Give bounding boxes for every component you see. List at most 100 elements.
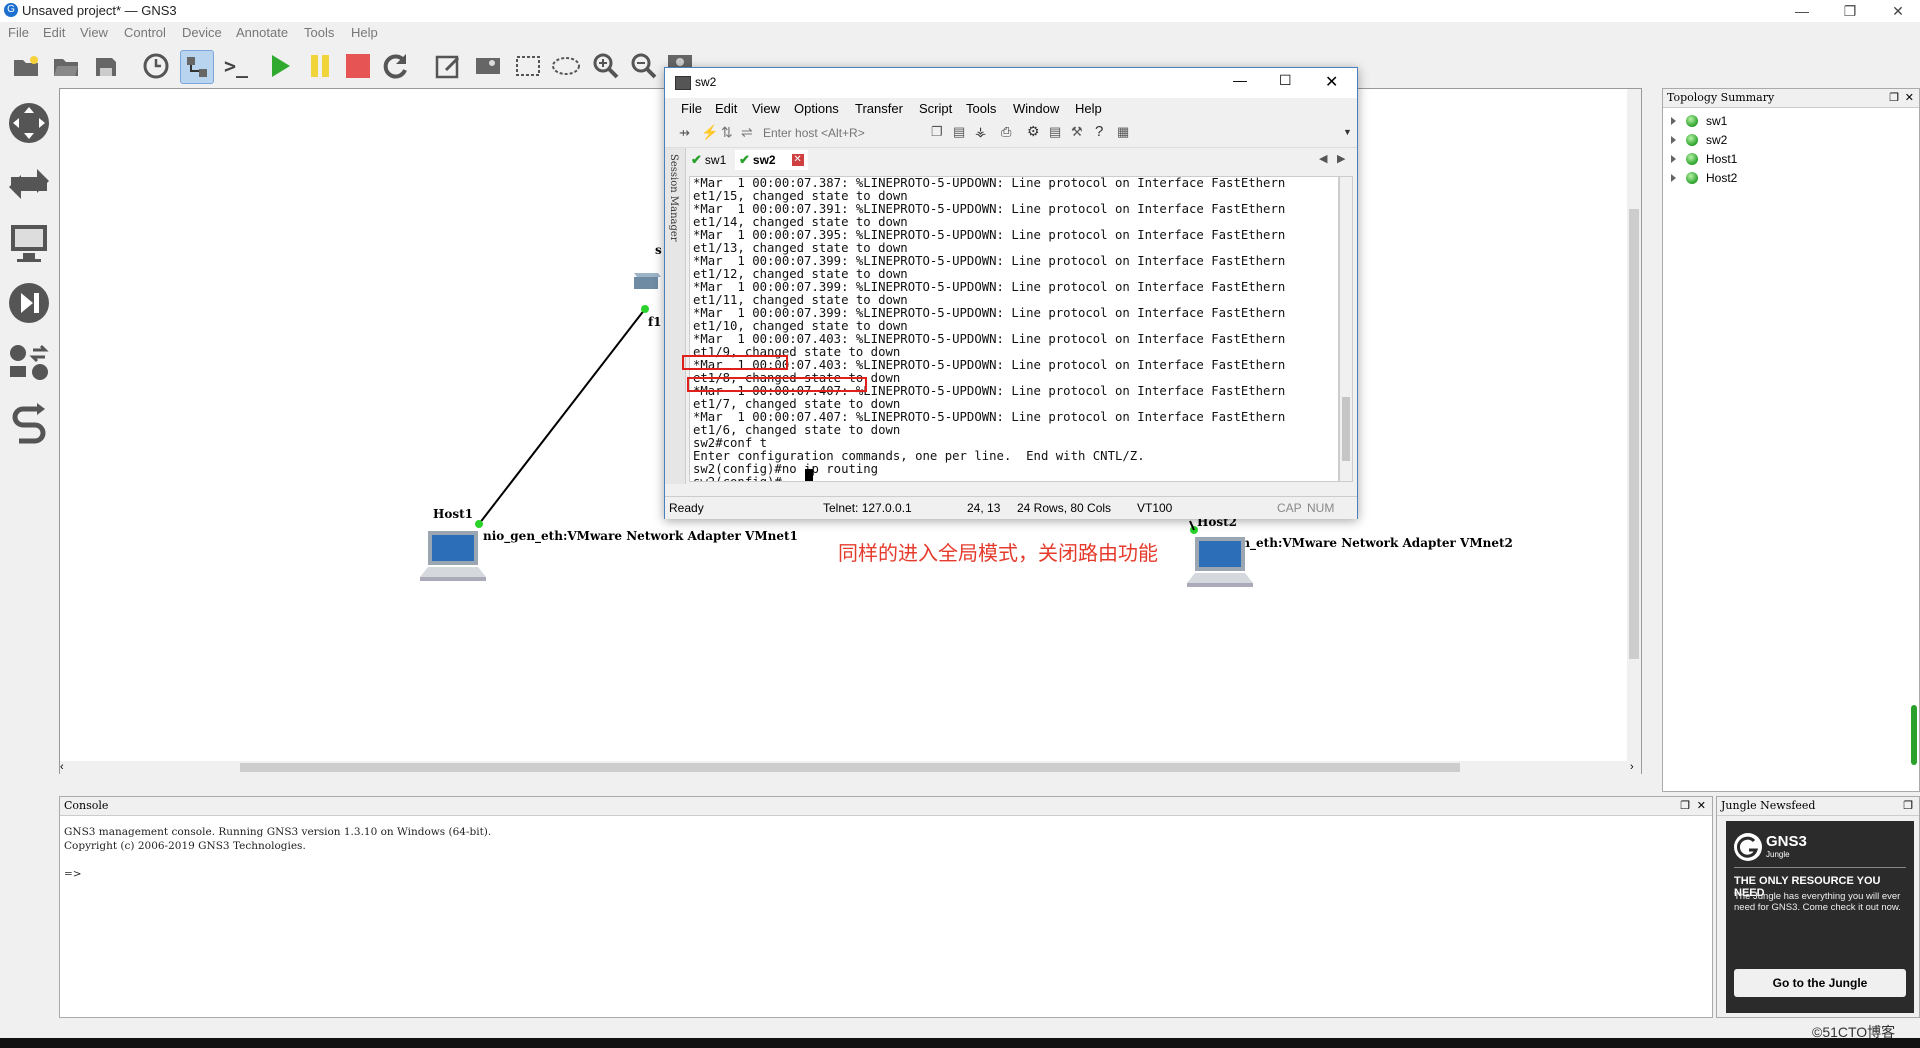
menu-edit[interactable]: Edit: [43, 25, 65, 40]
restore-icon[interactable]: ❐: [1828, 0, 1872, 22]
help-icon[interactable]: ?: [1095, 123, 1103, 140]
crt-menu-help[interactable]: Help: [1075, 101, 1102, 116]
jungle-header: Jungle Newsfeed ❐: [1717, 797, 1919, 816]
topology-item[interactable]: Host1: [1671, 149, 1737, 168]
terminal-scrollbar[interactable]: [1339, 176, 1353, 482]
scroll-right-icon[interactable]: ›: [1630, 761, 1642, 773]
menu-device[interactable]: Device: [182, 25, 222, 40]
console-output[interactable]: GNS3 management console. Running GNS3 ve…: [64, 825, 491, 881]
float-icon[interactable]: ❐: [1889, 89, 1899, 107]
crt-menu-script[interactable]: Script: [919, 101, 952, 116]
host2-computer-icon[interactable]: [1185, 535, 1255, 598]
draw-ellipse-icon[interactable]: [550, 50, 582, 82]
minimize-icon[interactable]: —: [1780, 0, 1824, 22]
switch-node-icon[interactable]: [632, 265, 662, 298]
crt-menu-file[interactable]: File: [681, 101, 702, 116]
security-devices-icon[interactable]: [6, 280, 52, 326]
show-interfaces-icon[interactable]: [180, 50, 214, 84]
options-icon[interactable]: ▦: [1117, 124, 1129, 140]
tab-sw2[interactable]: ✔ sw2 ✕: [735, 150, 808, 170]
crt-menu-edit[interactable]: Edit: [715, 101, 737, 116]
crt-menu-window[interactable]: Window: [1013, 101, 1059, 116]
menu-annotate[interactable]: Annotate: [236, 25, 288, 40]
menu-control[interactable]: Control: [124, 25, 166, 40]
find-icon[interactable]: ⚶: [975, 124, 986, 140]
add-note-icon[interactable]: [432, 50, 464, 82]
paste-icon[interactable]: ▤: [953, 124, 965, 140]
status-telnet: Telnet: 127.0.0.1: [823, 501, 912, 515]
close-icon[interactable]: ✕: [1905, 89, 1914, 107]
go-to-jungle-button[interactable]: Go to the Jungle: [1734, 969, 1906, 997]
all-devices-icon[interactable]: [6, 340, 52, 386]
switches-icon[interactable]: [6, 160, 52, 206]
menu-tools[interactable]: Tools: [304, 25, 334, 40]
scroll-thumb[interactable]: [1911, 705, 1917, 765]
start-all-icon[interactable]: [264, 50, 296, 82]
topology-item[interactable]: sw1: [1671, 111, 1727, 130]
settings-icon[interactable]: ⚙: [1027, 123, 1040, 140]
copy-icon[interactable]: ❐: [931, 124, 943, 140]
close-icon[interactable]: ✕: [1876, 0, 1920, 22]
scroll-thumb[interactable]: [1342, 397, 1350, 461]
highlight-box-conf-t: [682, 355, 788, 370]
keymap-icon[interactable]: ⚒: [1071, 124, 1083, 140]
routers-icon[interactable]: [6, 100, 52, 146]
toolbar-overflow-icon[interactable]: ▼: [1343, 127, 1352, 137]
close-tab-icon[interactable]: ✕: [791, 154, 804, 166]
session-manager-strip[interactable]: Session Manager: [665, 148, 686, 484]
stop-all-icon[interactable]: [342, 50, 374, 82]
connected-check-icon: ✔: [691, 152, 702, 167]
zoom-in-icon[interactable]: [590, 50, 622, 82]
open-project-icon[interactable]: [50, 50, 82, 82]
crt-menu-transfer[interactable]: Transfer: [855, 101, 903, 116]
minimize-icon[interactable]: —: [1233, 72, 1247, 88]
save-project-icon[interactable]: [90, 50, 122, 82]
sftp-icon[interactable]: ▤: [1049, 124, 1061, 140]
float-icon[interactable]: ❐: [1680, 797, 1690, 815]
crt-menu-tools[interactable]: Tools: [966, 101, 996, 116]
scroll-left-icon[interactable]: ‹: [60, 761, 72, 773]
expand-icon[interactable]: [1671, 135, 1676, 144]
console-all-icon[interactable]: >_: [220, 50, 252, 82]
end-devices-icon[interactable]: [6, 220, 52, 266]
reload-all-icon[interactable]: [380, 50, 412, 82]
console-header: Console ❐ ✕: [60, 797, 1712, 816]
print-icon[interactable]: ⎙: [1001, 124, 1011, 140]
tab-scroll-right-icon[interactable]: ▶: [1337, 152, 1345, 165]
insert-picture-icon[interactable]: [472, 50, 504, 82]
expand-icon[interactable]: [1671, 154, 1676, 163]
crt-statusbar: Ready Telnet: 127.0.0.1 24, 13 24 Rows, …: [665, 496, 1357, 519]
crt-menu-view[interactable]: View: [752, 101, 780, 116]
host1-computer-icon[interactable]: [418, 529, 488, 592]
crt-menu-options[interactable]: Options: [794, 101, 839, 116]
zoom-out-icon[interactable]: [628, 50, 660, 82]
tab-scroll-left-icon[interactable]: ◀: [1319, 152, 1327, 165]
tab-sw1[interactable]: ✔ sw1: [691, 150, 726, 170]
disconnect-icon[interactable]: ⇌: [741, 124, 753, 141]
menu-view[interactable]: View: [80, 25, 108, 40]
topology-summary-header: Topology Summary ❐ ✕: [1663, 89, 1919, 108]
menu-help[interactable]: Help: [351, 25, 378, 40]
crt-titlebar: sw2 — ☐ ✕: [665, 68, 1357, 98]
reconnect-icon[interactable]: ⇅: [721, 124, 733, 141]
topology-item[interactable]: Host2: [1671, 168, 1737, 187]
draw-rectangle-icon[interactable]: [512, 50, 544, 82]
quick-connect-icon[interactable]: ⚡: [701, 124, 718, 141]
terminal-screen[interactable]: *Mar 1 00:00:07.387: %LINEPROTO-5-UPDOWN…: [689, 176, 1339, 482]
expand-icon[interactable]: [1671, 116, 1676, 125]
close-icon[interactable]: ✕: [1697, 797, 1706, 815]
connect-icon[interactable]: ⇸: [679, 125, 690, 141]
menu-file[interactable]: File: [8, 25, 29, 40]
topology-item[interactable]: sw2: [1671, 130, 1727, 149]
maximize-icon[interactable]: ☐: [1279, 72, 1292, 89]
suspend-all-icon[interactable]: [304, 50, 336, 82]
enter-host-input[interactable]: [761, 123, 915, 143]
new-project-icon[interactable]: [10, 50, 42, 82]
menubar: File Edit View Control Device Annotate T…: [0, 22, 1920, 44]
float-icon[interactable]: ❐: [1903, 797, 1913, 815]
terminal-app-icon: [675, 76, 691, 90]
snapshot-icon[interactable]: [140, 50, 172, 82]
expand-icon[interactable]: [1671, 173, 1676, 182]
add-link-icon[interactable]: [6, 402, 52, 448]
close-icon[interactable]: ✕: [1325, 72, 1338, 92]
